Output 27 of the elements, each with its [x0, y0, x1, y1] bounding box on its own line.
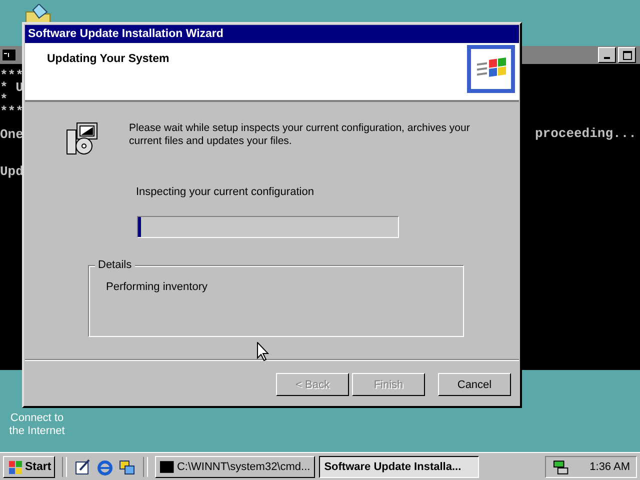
group-label: Details — [95, 259, 135, 271]
taskbar-button[interactable]: C:\WINNT\system32\cmd... — [155, 456, 316, 478]
start-button[interactable]: Start — [3, 456, 56, 478]
maximize-button[interactable] — [618, 47, 636, 63]
dialog-button[interactable]: Cancel — [438, 373, 511, 396]
computer-disc-icon — [65, 122, 99, 156]
console-line: *** — [0, 70, 24, 82]
channels-icon[interactable] — [118, 458, 136, 476]
console-icon — [160, 460, 174, 472]
clock: 1:36 AM — [590, 460, 630, 472]
console-line: One — [0, 129, 24, 141]
console-line: *** — [0, 106, 24, 118]
instruction-text: Please wait while setup inspects your current configuration, archives your current files and updates your files. — [129, 122, 471, 149]
minimize-button[interactable] — [598, 47, 616, 63]
status-text: Inspecting your current configuration — [136, 186, 315, 198]
console-line: proceeding... — [535, 128, 636, 140]
flag-logo-icon — [7, 460, 23, 474]
mouse-cursor-icon — [257, 342, 269, 361]
network-icon[interactable] — [552, 458, 570, 474]
page-heading: Updating Your System — [47, 53, 170, 67]
details-text: Performing inventory — [106, 281, 208, 293]
maximize-icon — [622, 50, 632, 60]
desktop-shortcut-icon[interactable] — [74, 458, 92, 476]
taskbar-button[interactable]: Software Update Installa... — [319, 456, 480, 478]
console-line: * — [0, 94, 8, 106]
window-title: Software Update Installation Wizard — [25, 25, 519, 43]
console-line: Upd — [0, 166, 24, 178]
